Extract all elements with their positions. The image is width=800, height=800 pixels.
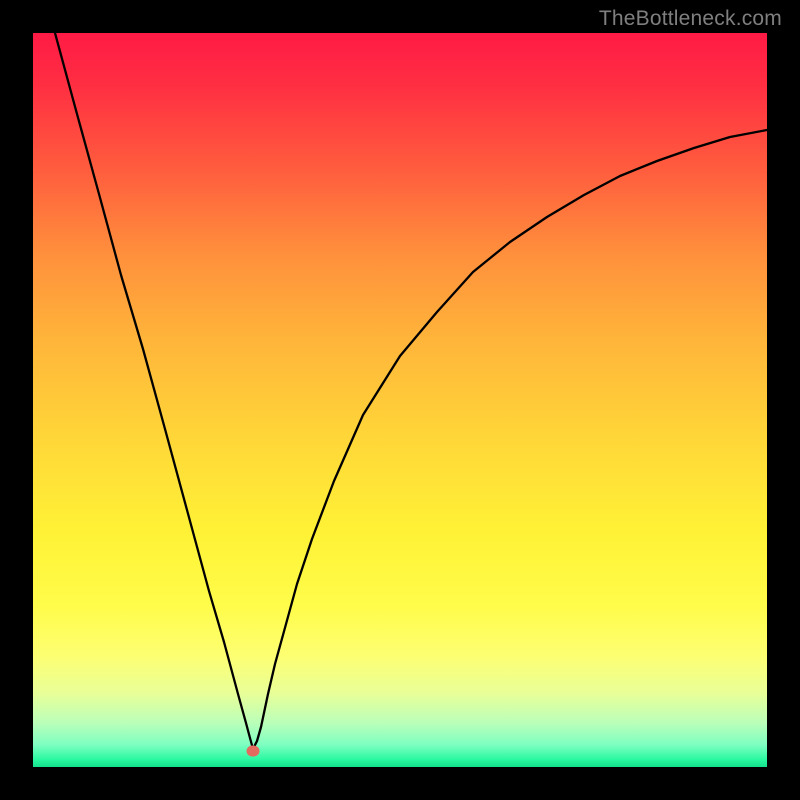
watermark-text: TheBottleneck.com — [599, 7, 782, 31]
chart-stage: TheBottleneck.com — [0, 0, 800, 800]
curve-minimum-marker — [246, 745, 259, 756]
curve-svg — [33, 33, 767, 767]
curve-path — [55, 33, 767, 749]
plot-area — [33, 33, 767, 767]
